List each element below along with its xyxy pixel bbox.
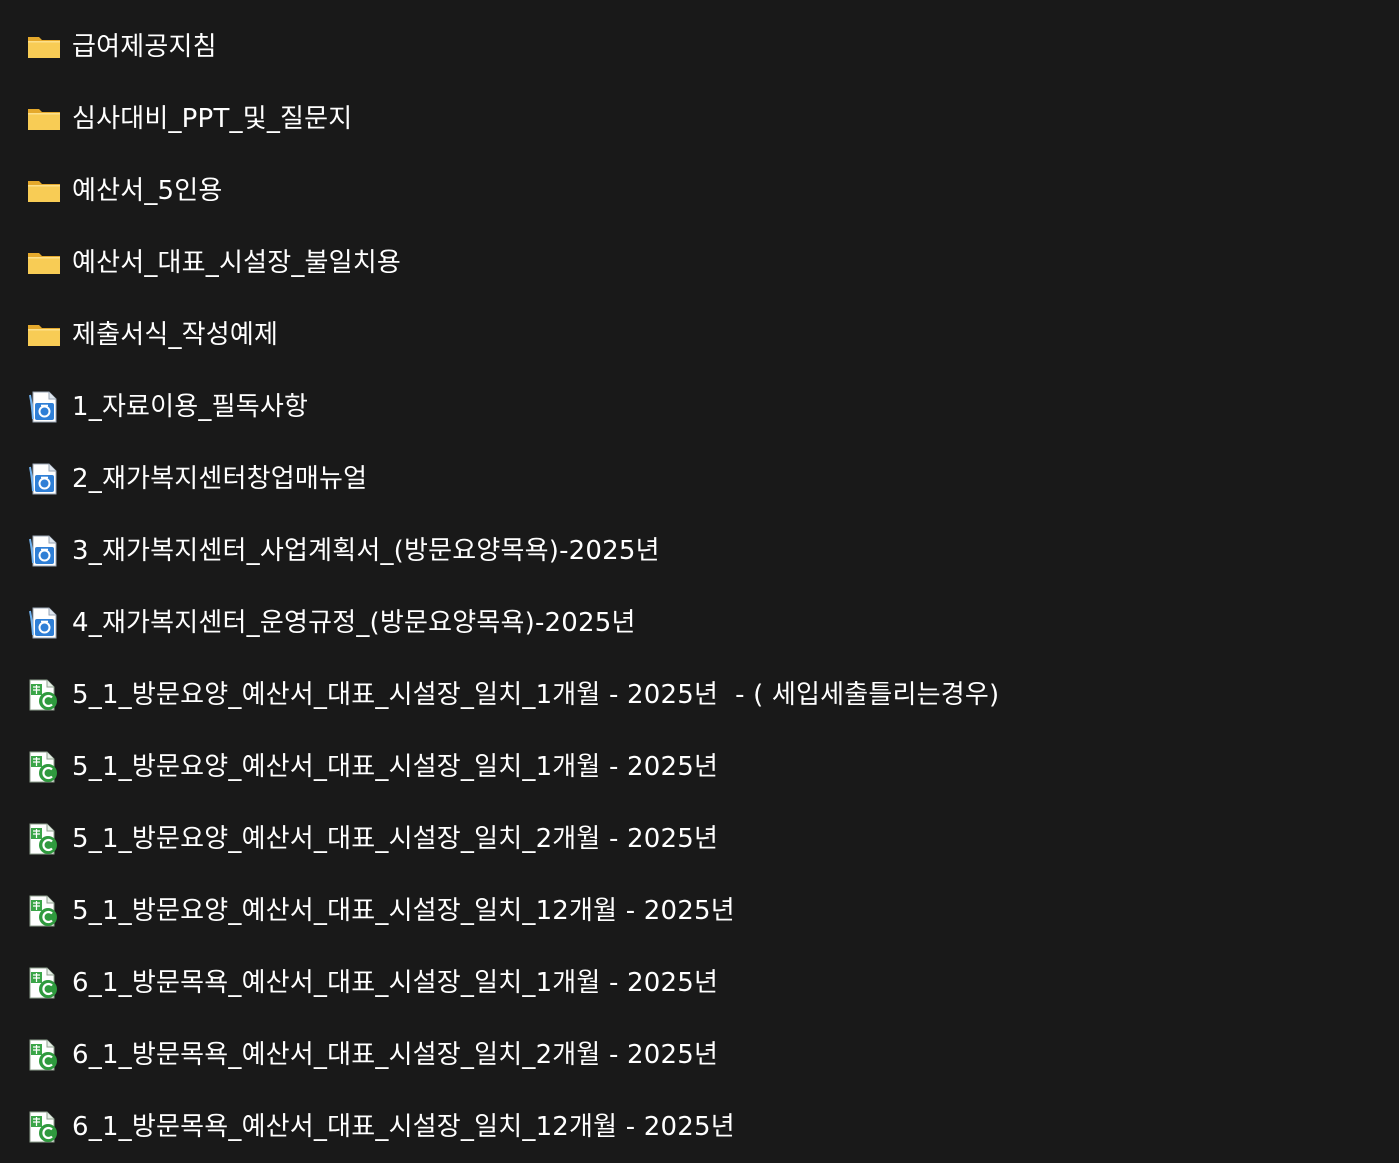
item-label: 제출서식_작성예제 (72, 320, 279, 350)
file-item[interactable]: 5_1_방문요양_예산서_대표_시설장_일치_1개월 - 2025년 (0, 731, 1399, 803)
spreadsheet-icon (27, 751, 61, 783)
item-label: 5_1_방문요양_예산서_대표_시설장_일치_1개월 - 2025년 (72, 752, 719, 782)
folder-icon (27, 175, 61, 207)
file-item[interactable]: 6_1_방문목욕_예산서_대표_시설장_일치_1개월 - 2025년 (0, 947, 1399, 1019)
folder-item[interactable]: 제출서식_작성예제 (0, 299, 1399, 371)
file-list: 급여제공지침 심사대비_PPT_및_질문지 예산서_5인용 예산서_대표_시설장… (0, 11, 1399, 1163)
item-label: 5_1_방문요양_예산서_대표_시설장_일치_2개월 - 2025년 (72, 824, 719, 854)
spreadsheet-icon (27, 895, 61, 927)
file-item[interactable]: 6_1_방문목욕_예산서_대표_시설장_일치_2개월 - 2025년 (0, 1019, 1399, 1091)
file-item[interactable]: 1_자료이용_필독사항 (0, 371, 1399, 443)
spreadsheet-icon (27, 967, 61, 999)
folder-item[interactable]: 예산서_대표_시설장_불일치용 (0, 227, 1399, 299)
file-item[interactable]: 6_1_방문목욕_예산서_대표_시설장_일치_12개월 - 2025년 (0, 1091, 1399, 1163)
folder-item[interactable]: 심사대비_PPT_및_질문지 (0, 83, 1399, 155)
item-label: 2_재가복지센터창업매뉴얼 (72, 464, 368, 494)
file-item[interactable]: 5_1_방문요양_예산서_대표_시설장_일치_2개월 - 2025년 (0, 803, 1399, 875)
item-label: 심사대비_PPT_및_질문지 (72, 104, 353, 134)
item-label: 예산서_5인용 (72, 176, 223, 206)
item-label: 6_1_방문목욕_예산서_대표_시설장_일치_1개월 - 2025년 (72, 968, 719, 998)
folder-icon (27, 103, 61, 135)
item-label: 3_재가복지센터_사업계획서_(방문요양목욕)-2025년 (72, 536, 660, 566)
file-item[interactable]: 4_재가복지센터_운영규정_(방문요양목욕)-2025년 (0, 587, 1399, 659)
item-label: 6_1_방문목욕_예산서_대표_시설장_일치_2개월 - 2025년 (72, 1040, 719, 1070)
spreadsheet-icon (27, 679, 61, 711)
item-label: 6_1_방문목욕_예산서_대표_시설장_일치_12개월 - 2025년 (72, 1112, 735, 1142)
folder-item[interactable]: 급여제공지침 (0, 11, 1399, 83)
hwp-document-icon (27, 463, 61, 495)
hwp-document-icon (27, 391, 61, 423)
item-label: 1_자료이용_필독사항 (72, 392, 309, 422)
folder-icon (27, 319, 61, 351)
item-label: 5_1_방문요양_예산서_대표_시설장_일치_12개월 - 2025년 (72, 896, 735, 926)
hwp-document-icon (27, 607, 61, 639)
file-item[interactable]: 3_재가복지센터_사업계획서_(방문요양목욕)-2025년 (0, 515, 1399, 587)
file-item[interactable]: 5_1_방문요양_예산서_대표_시설장_일치_12개월 - 2025년 (0, 875, 1399, 947)
spreadsheet-icon (27, 1039, 61, 1071)
item-label: 4_재가복지센터_운영규정_(방문요양목욕)-2025년 (72, 608, 636, 638)
file-item[interactable]: 2_재가복지센터창업매뉴얼 (0, 443, 1399, 515)
folder-icon (27, 31, 61, 63)
folder-icon (27, 247, 61, 279)
item-label: 5_1_방문요양_예산서_대표_시설장_일치_1개월 - 2025년 - ( 세… (72, 680, 1000, 710)
hwp-document-icon (27, 535, 61, 567)
file-item[interactable]: 5_1_방문요양_예산서_대표_시설장_일치_1개월 - 2025년 - ( 세… (0, 659, 1399, 731)
folder-item[interactable]: 예산서_5인용 (0, 155, 1399, 227)
spreadsheet-icon (27, 1111, 61, 1143)
item-label: 급여제공지침 (72, 32, 217, 62)
item-label: 예산서_대표_시설장_불일치용 (72, 248, 402, 278)
spreadsheet-icon (27, 823, 61, 855)
